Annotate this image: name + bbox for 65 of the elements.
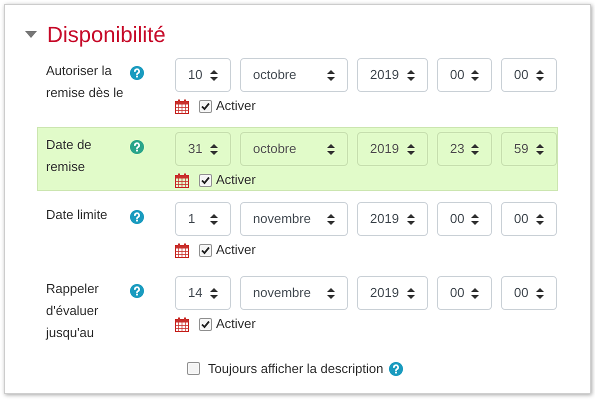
sort-arrows-icon	[471, 70, 479, 80]
select-field[interactable]: novembre	[240, 202, 348, 236]
select-field[interactable]: 00	[437, 58, 492, 92]
select-field[interactable]: 1	[175, 202, 231, 236]
checkbox-label: Activer	[216, 315, 256, 334]
calendar-icon[interactable]	[175, 98, 189, 114]
sort-arrows-icon	[327, 70, 335, 80]
sort-arrows-icon	[536, 214, 544, 224]
select-field[interactable]: 10	[175, 58, 231, 92]
select-field[interactable]: 00	[437, 202, 492, 236]
sort-arrows-icon	[210, 214, 218, 224]
field-label: Date de remise	[46, 137, 92, 174]
calendar-icon[interactable]	[175, 316, 189, 332]
sort-arrows-icon	[327, 288, 335, 298]
select-field[interactable]: novembre	[240, 276, 348, 310]
checkbox[interactable]	[199, 318, 212, 330]
select-field[interactable]: 23	[437, 132, 492, 166]
sort-arrows-icon	[407, 70, 415, 80]
checkbox[interactable]	[199, 174, 212, 186]
checkbox-label: Activer	[216, 97, 256, 116]
sort-arrows-icon	[327, 214, 335, 224]
help-icon[interactable]	[389, 362, 404, 376]
select-field[interactable]: 14	[175, 276, 231, 310]
sort-arrows-icon	[407, 214, 415, 224]
sort-arrows-icon	[536, 70, 544, 80]
field-label: Rappeler d'évaluer jusqu'au	[46, 281, 99, 340]
collapse-triangle-icon[interactable]	[25, 31, 37, 39]
sort-arrows-icon	[407, 288, 415, 298]
sort-arrows-icon	[471, 144, 479, 154]
help-icon[interactable]	[130, 140, 144, 154]
help-icon[interactable]	[130, 210, 144, 224]
checkbox-label: Activer	[216, 241, 256, 260]
select-field[interactable]: octobre	[240, 132, 348, 166]
sort-arrows-icon	[471, 288, 479, 298]
sort-arrows-icon	[536, 144, 544, 154]
select-field[interactable]: octobre	[240, 58, 348, 92]
select-field[interactable]: 2019	[357, 58, 428, 92]
calendar-icon[interactable]	[175, 242, 189, 258]
select-field[interactable]: 2019	[357, 202, 428, 236]
sort-arrows-icon	[327, 144, 335, 154]
checkbox[interactable]	[199, 244, 212, 256]
checkbox-label: Toujours afficher la description	[208, 360, 384, 378]
sort-arrows-icon	[210, 70, 218, 80]
select-field[interactable]: 00	[501, 202, 557, 236]
select-field[interactable]: 00	[501, 58, 557, 92]
field-label: Autoriser la remise dès le	[46, 63, 124, 100]
checkbox[interactable]	[199, 100, 212, 112]
sort-arrows-icon	[536, 288, 544, 298]
select-field[interactable]: 00	[501, 276, 557, 310]
select-field[interactable]: 2019	[357, 276, 428, 310]
select-field[interactable]: 2019	[357, 132, 428, 166]
help-icon[interactable]	[130, 66, 144, 80]
calendar-icon[interactable]	[175, 172, 189, 188]
section-title: Disponibilité	[47, 21, 166, 49]
sort-arrows-icon	[471, 214, 479, 224]
checkbox-label: Activer	[216, 171, 256, 190]
field-label: Date limite	[46, 207, 108, 222]
help-icon[interactable]	[130, 284, 144, 298]
select-field[interactable]: 31	[175, 132, 231, 166]
select-field[interactable]: 59	[501, 132, 557, 166]
checkbox[interactable]	[187, 362, 200, 376]
sort-arrows-icon	[210, 144, 218, 154]
select-field[interactable]: 00	[437, 276, 492, 310]
sort-arrows-icon	[210, 288, 218, 298]
sort-arrows-icon	[407, 144, 415, 154]
